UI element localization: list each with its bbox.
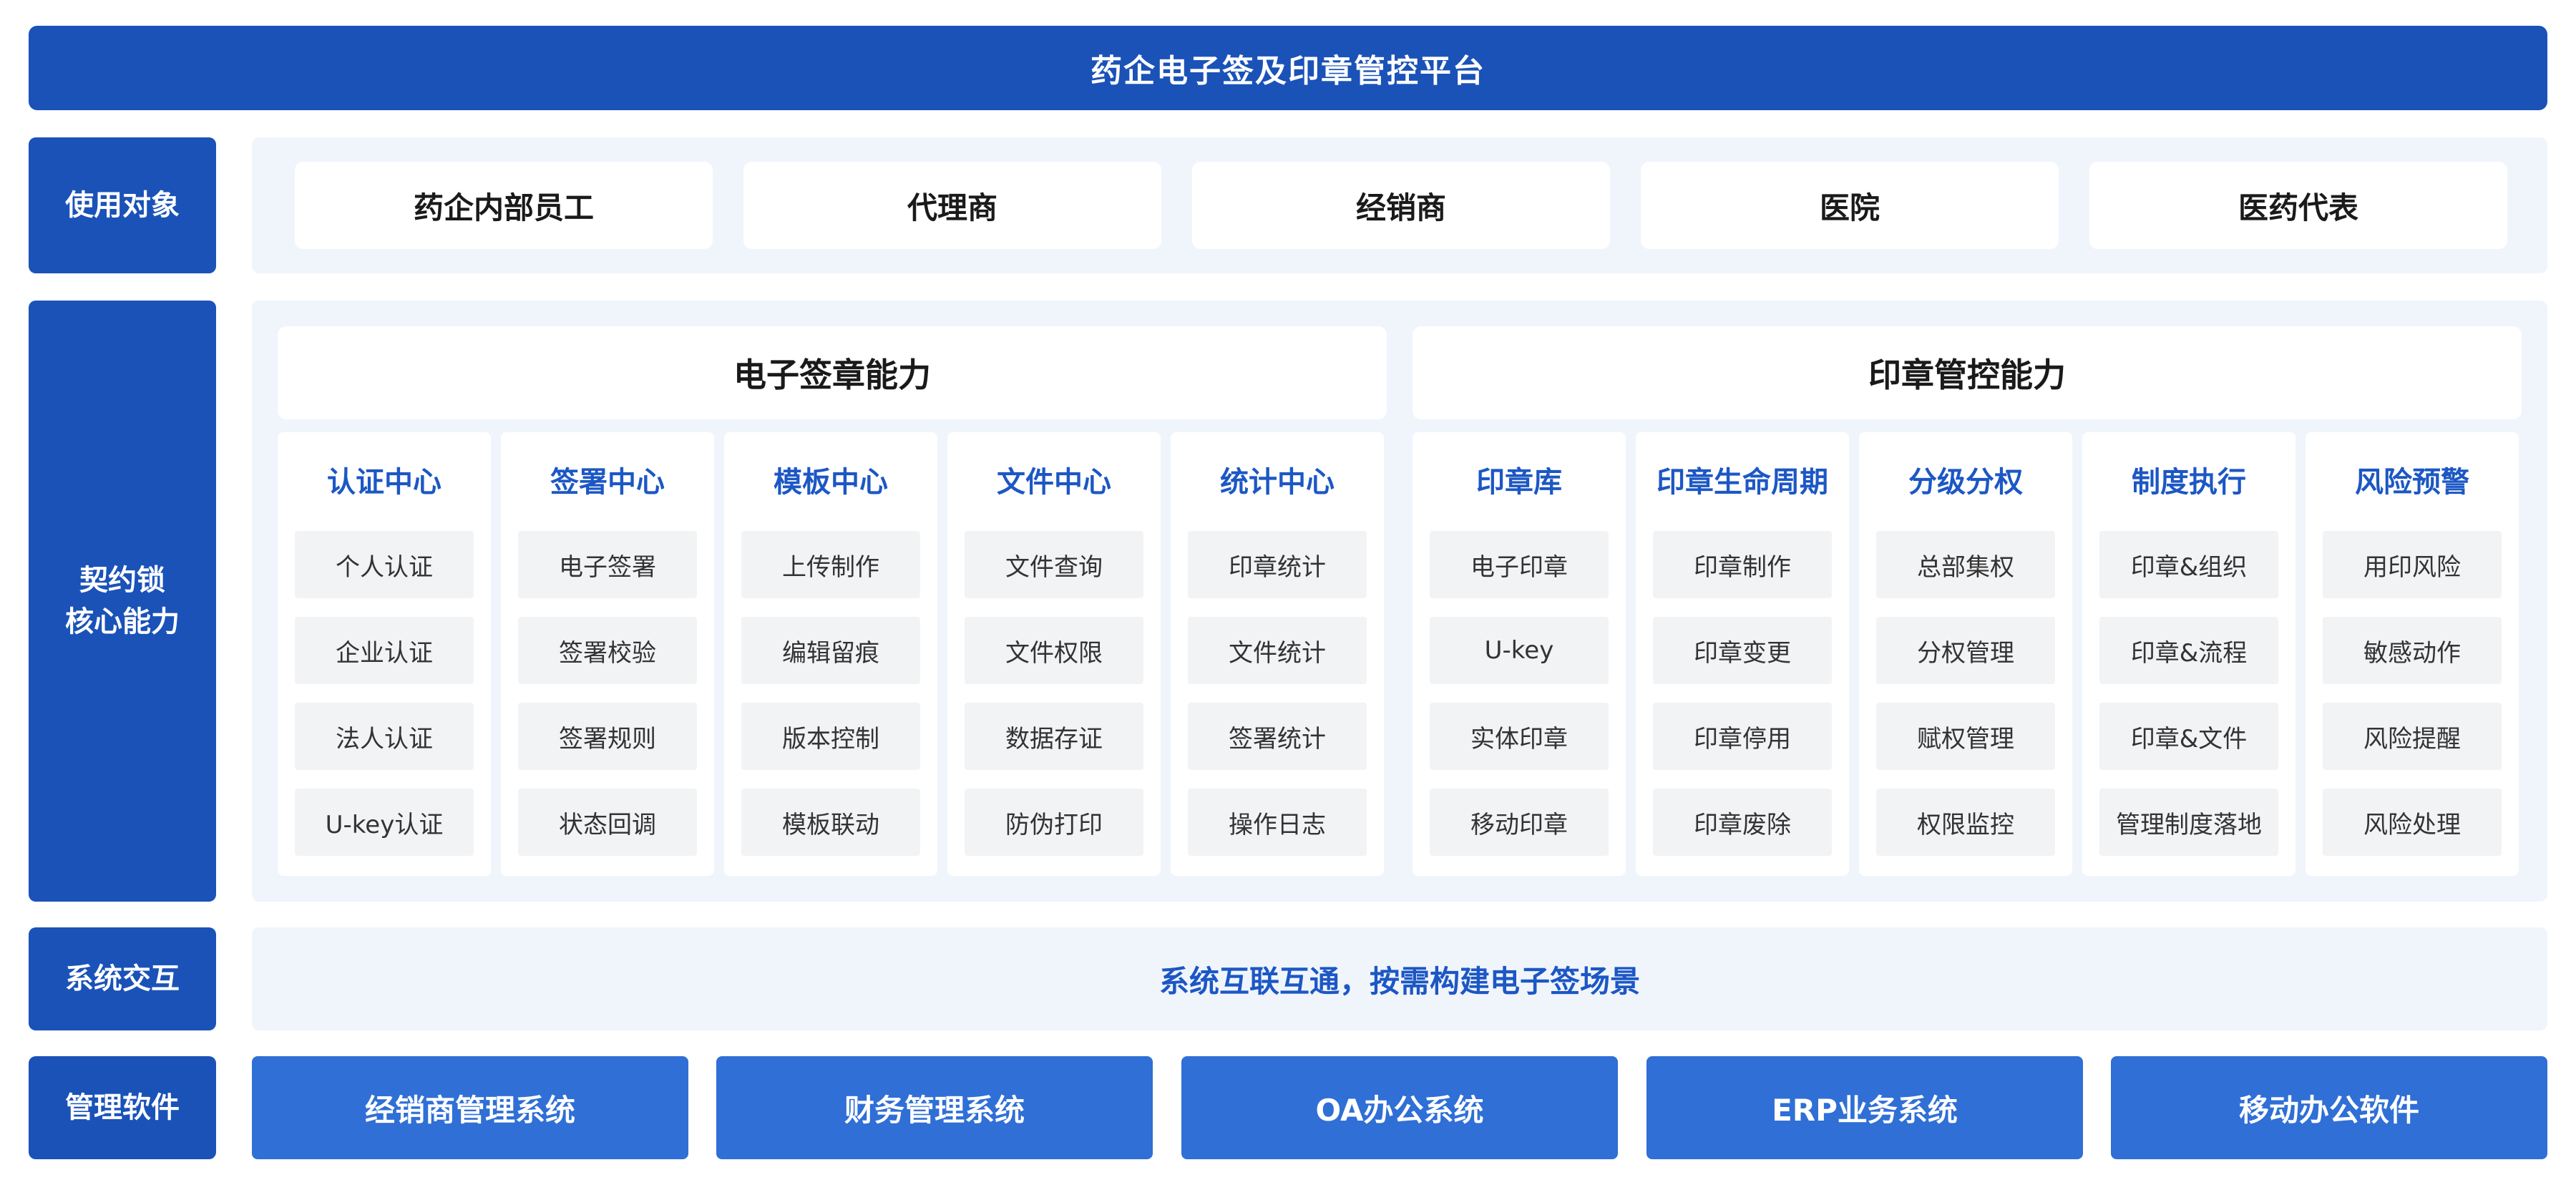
capability-item: 印章统计 — [1188, 531, 1367, 598]
capability-item: 操作日志 — [1188, 789, 1367, 856]
capability-item: 印章&流程 — [2099, 617, 2278, 684]
capability-item: 实体印章 — [1430, 703, 1609, 770]
interaction-banner: 系统互联互通，按需构建电子签场景 — [252, 927, 2547, 1030]
capability-item: U-key — [1430, 617, 1609, 684]
user-box: 医药代表 — [2089, 162, 2507, 249]
capability-item: 风险处理 — [2323, 789, 2502, 856]
capability-column: 制度执行印章&组织印章&流程印章&文件管理制度落地 — [2082, 432, 2296, 876]
column-title: 风险预警 — [2355, 466, 2469, 499]
capability-item: 电子印章 — [1430, 531, 1609, 598]
capability-item: 防伪打印 — [965, 789, 1143, 856]
capability-item: 赋权管理 — [1876, 703, 2055, 770]
capability-item: 管理制度落地 — [2099, 789, 2278, 856]
capability-item: 签署统计 — [1188, 703, 1367, 770]
column-title: 制度执行 — [2132, 466, 2246, 499]
column-title: 印章库 — [1476, 466, 1562, 499]
column-title: 签署中心 — [550, 466, 665, 499]
system-box: ERP业务系统 — [1646, 1056, 2083, 1159]
capability-item: 上传制作 — [741, 531, 920, 598]
capability-item: 文件查询 — [965, 531, 1143, 598]
capability-column: 模板中心上传制作编辑留痕版本控制模板联动 — [724, 432, 937, 876]
capability-item: 分权管理 — [1876, 617, 2055, 684]
system-box: OA办公系统 — [1181, 1056, 1618, 1159]
capability-item: 模板联动 — [741, 789, 920, 856]
system-box: 移动办公软件 — [2111, 1056, 2547, 1159]
capability-column: 印章生命周期印章制作印章变更印章停用印章废除 — [1636, 432, 1849, 876]
capability-item: 法人认证 — [295, 703, 474, 770]
capability-item: 印章变更 — [1653, 617, 1832, 684]
user-box: 医院 — [1641, 162, 2059, 249]
capability-item: 风险提醒 — [2323, 703, 2502, 770]
capability-item: 数据存证 — [965, 703, 1143, 770]
capability-item: 敏感动作 — [2323, 617, 2502, 684]
row-label-software: 管理软件 — [29, 1056, 216, 1159]
capability-column: 认证中心个人认证企业认证法人认证 U-key认证 — [278, 432, 491, 876]
capability-item: 文件权限 — [965, 617, 1143, 684]
row-label-users: 使用对象 — [29, 137, 216, 273]
capability-column: 风险预警用印风险敏感动作风险提醒风险处理 — [2306, 432, 2519, 876]
capability-item: 个人认证 — [295, 531, 474, 598]
user-box: 药企内部员工 — [295, 162, 713, 249]
capability-item: 移动印章 — [1430, 789, 1609, 856]
capability-item: 印章&组织 — [2099, 531, 2278, 598]
capability-item: 印章制作 — [1653, 531, 1832, 598]
capability-column: 文件中心文件查询文件权限数据存证防伪打印 — [947, 432, 1161, 876]
capability-item: 总部集权 — [1876, 531, 2055, 598]
column-title: 模板中心 — [774, 466, 888, 499]
capability-column: 印章库电子印章 U-key 实体印章移动印章 — [1413, 432, 1626, 876]
capability-item: 用印风险 — [2323, 531, 2502, 598]
capability-item: 文件统计 — [1188, 617, 1367, 684]
capability-column: 签署中心电子签署签署校验签署规则状态回调 — [501, 432, 714, 876]
capability-item: 签署规则 — [518, 703, 697, 770]
row-label-core: 契约锁 核心能力 — [29, 301, 216, 902]
section-title-seal: 印章管控能力 — [1413, 326, 2522, 419]
user-box: 代理商 — [743, 162, 1161, 249]
system-box: 经销商管理系统 — [252, 1056, 688, 1159]
capability-item: 编辑留痕 — [741, 617, 920, 684]
capability-item: 印章停用 — [1653, 703, 1832, 770]
capability-column: 统计中心印章统计文件统计签署统计操作日志 — [1171, 432, 1384, 876]
capability-column: 分级分权总部集权分权管理赋权管理权限监控 — [1859, 432, 2072, 876]
system-box: 财务管理系统 — [716, 1056, 1153, 1159]
column-title: 印章生命周期 — [1657, 466, 1828, 499]
page-title: 药企电子签及印章管控平台 — [29, 26, 2547, 110]
capability-item: 电子签署 — [518, 531, 697, 598]
capability-item: 状态回调 — [518, 789, 697, 856]
column-title: 认证中心 — [327, 466, 441, 499]
column-title: 文件中心 — [997, 466, 1111, 499]
column-title: 统计中心 — [1220, 466, 1335, 499]
capability-item: 企业认证 — [295, 617, 474, 684]
capability-item: 印章&文件 — [2099, 703, 2278, 770]
capability-item: 签署校验 — [518, 617, 697, 684]
user-box: 经销商 — [1192, 162, 1610, 249]
capability-item: 版本控制 — [741, 703, 920, 770]
row-label-interaction: 系统交互 — [29, 927, 216, 1030]
capability-item: 印章废除 — [1653, 789, 1832, 856]
section-title-esign: 电子签章能力 — [278, 326, 1387, 419]
column-title: 分级分权 — [1908, 466, 2023, 499]
capability-item: U-key认证 — [295, 789, 474, 856]
capability-item: 权限监控 — [1876, 789, 2055, 856]
